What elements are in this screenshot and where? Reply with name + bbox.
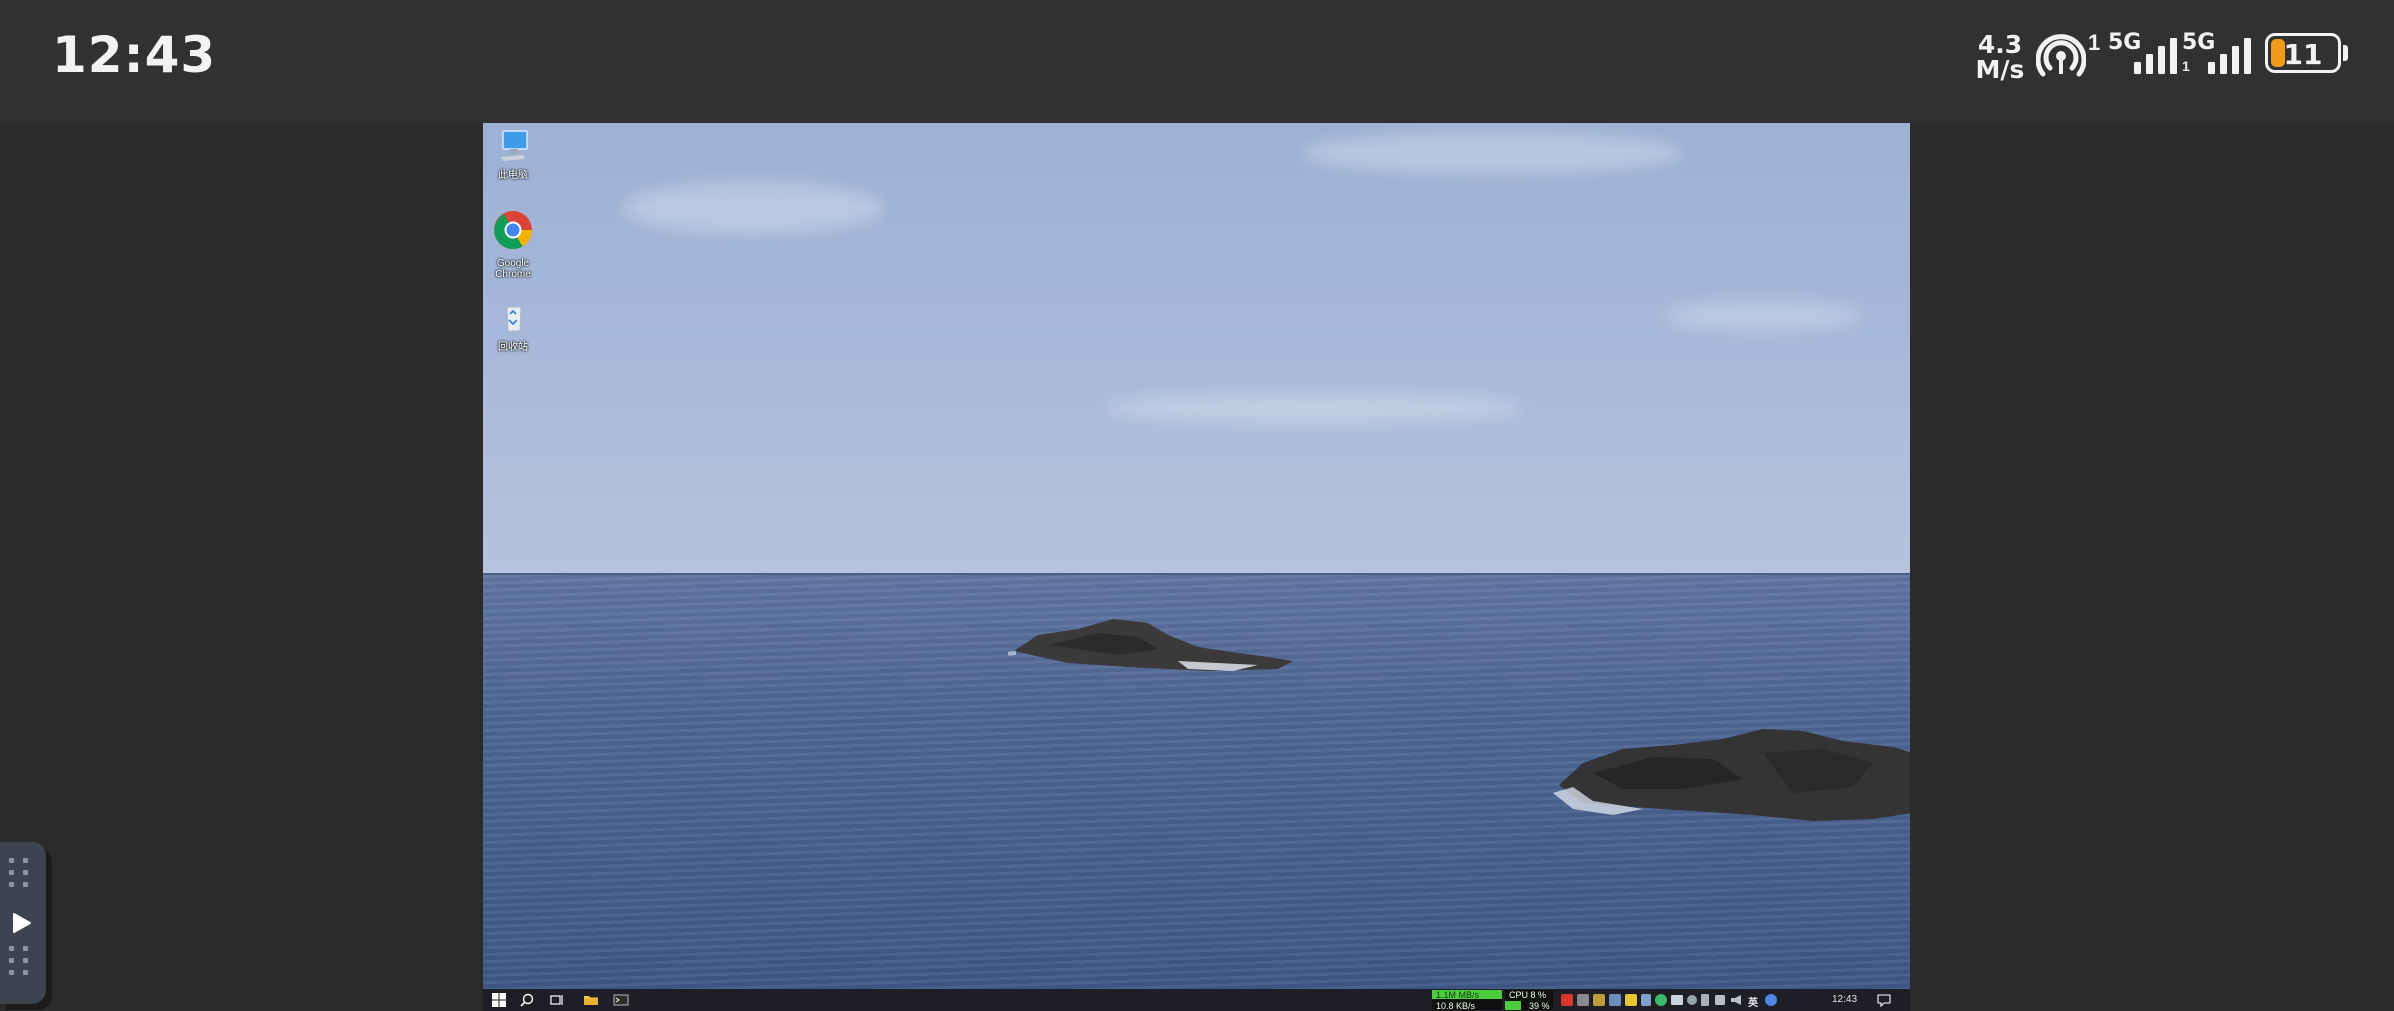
remote-desktop-screen[interactable]: 此电脑 Google Chrome 回收站 1.1M MB/s 10.8 KB/… xyxy=(483,123,1910,1011)
ime-indicator[interactable]: 英 xyxy=(1748,994,1758,1009)
windows-start-icon[interactable] xyxy=(491,992,507,1008)
status-clock: 12:43 xyxy=(52,26,217,84)
computer-icon xyxy=(501,130,528,161)
terminal-icon[interactable] xyxy=(613,992,629,1008)
display-tray-icon[interactable] xyxy=(1671,995,1683,1005)
app-tray-icon[interactable] xyxy=(1593,994,1605,1006)
hotspot-icon xyxy=(2036,34,2086,77)
search-icon[interactable] xyxy=(519,992,535,1008)
app-tray-icon[interactable] xyxy=(1765,994,1777,1006)
desktop-icon-chrome[interactable]: Google Chrome xyxy=(491,209,535,280)
app-tray-icon[interactable] xyxy=(1609,994,1621,1006)
network-meter: 1.1M MB/s 10.8 KB/s xyxy=(1432,990,1502,1010)
windows-taskbar: 1.1M MB/s 10.8 KB/s CPU 8 % 39 % 英 12:43 xyxy=(483,989,1910,1011)
network-meter-up: 1.1M MB/s xyxy=(1436,990,1480,1000)
notification-icon[interactable] xyxy=(1876,992,1892,1008)
chrome-icon xyxy=(494,211,533,250)
rock-island-small xyxy=(1008,619,1293,671)
file-explorer-icon[interactable] xyxy=(583,992,599,1008)
network-speed-unit: M/s xyxy=(1975,55,2025,84)
floating-control-panel[interactable] xyxy=(0,842,46,1004)
network-meter-down: 10.8 KB/s xyxy=(1436,1001,1476,1010)
app-tray-icon[interactable] xyxy=(1625,994,1637,1006)
battery-tip xyxy=(2343,45,2348,61)
task-view-icon[interactable] xyxy=(549,992,565,1008)
network-speed: 4.3 M/s xyxy=(1972,32,2028,82)
network-speed-value: 4.3 xyxy=(1977,30,2023,59)
desktop-icon-recycle-bin[interactable]: 回收站 xyxy=(491,303,535,353)
battery-level: 11 xyxy=(2283,38,2323,71)
phone-status-bar: 12:43 4.3 M/s 1 5G 5G 1 11 xyxy=(0,0,2394,123)
rock-island-large xyxy=(1553,729,1910,821)
app-tray-icon[interactable] xyxy=(1577,994,1589,1006)
network-tray-icon[interactable] xyxy=(1715,995,1725,1005)
recycle-bin-icon xyxy=(506,306,522,332)
hotspot-device-count: 1 xyxy=(2088,30,2101,55)
battery-icon: 11 xyxy=(2265,33,2341,73)
wifi-icon[interactable] xyxy=(1687,995,1697,1005)
battery-tray-icon[interactable] xyxy=(1701,994,1709,1006)
desktop-icon-label: 此电脑 xyxy=(498,170,528,181)
system-meter: CPU 8 % 39 % xyxy=(1505,990,1553,1010)
taskbar-clock[interactable]: 12:43 xyxy=(1832,994,1857,1005)
sim1-network-label: 5G xyxy=(2108,30,2142,55)
memory-meter: 39 % xyxy=(1529,1001,1550,1010)
app-tray-icon[interactable] xyxy=(1561,994,1573,1006)
play-icon[interactable] xyxy=(12,912,32,934)
desktop-icon-label: Google Chrome xyxy=(495,258,531,280)
cpu-meter: CPU 8 % xyxy=(1509,990,1547,1000)
sim2-network-label: 5G xyxy=(2182,30,2216,55)
sim2-sub-label: 1 xyxy=(2182,58,2190,74)
desktop-icon-label: 回收站 xyxy=(498,342,528,353)
security-tray-icon[interactable] xyxy=(1655,994,1667,1006)
app-tray-icon[interactable] xyxy=(1641,994,1651,1006)
desktop-icon-this-pc[interactable]: 此电脑 xyxy=(491,127,535,181)
volume-icon[interactable] xyxy=(1731,995,1741,1005)
